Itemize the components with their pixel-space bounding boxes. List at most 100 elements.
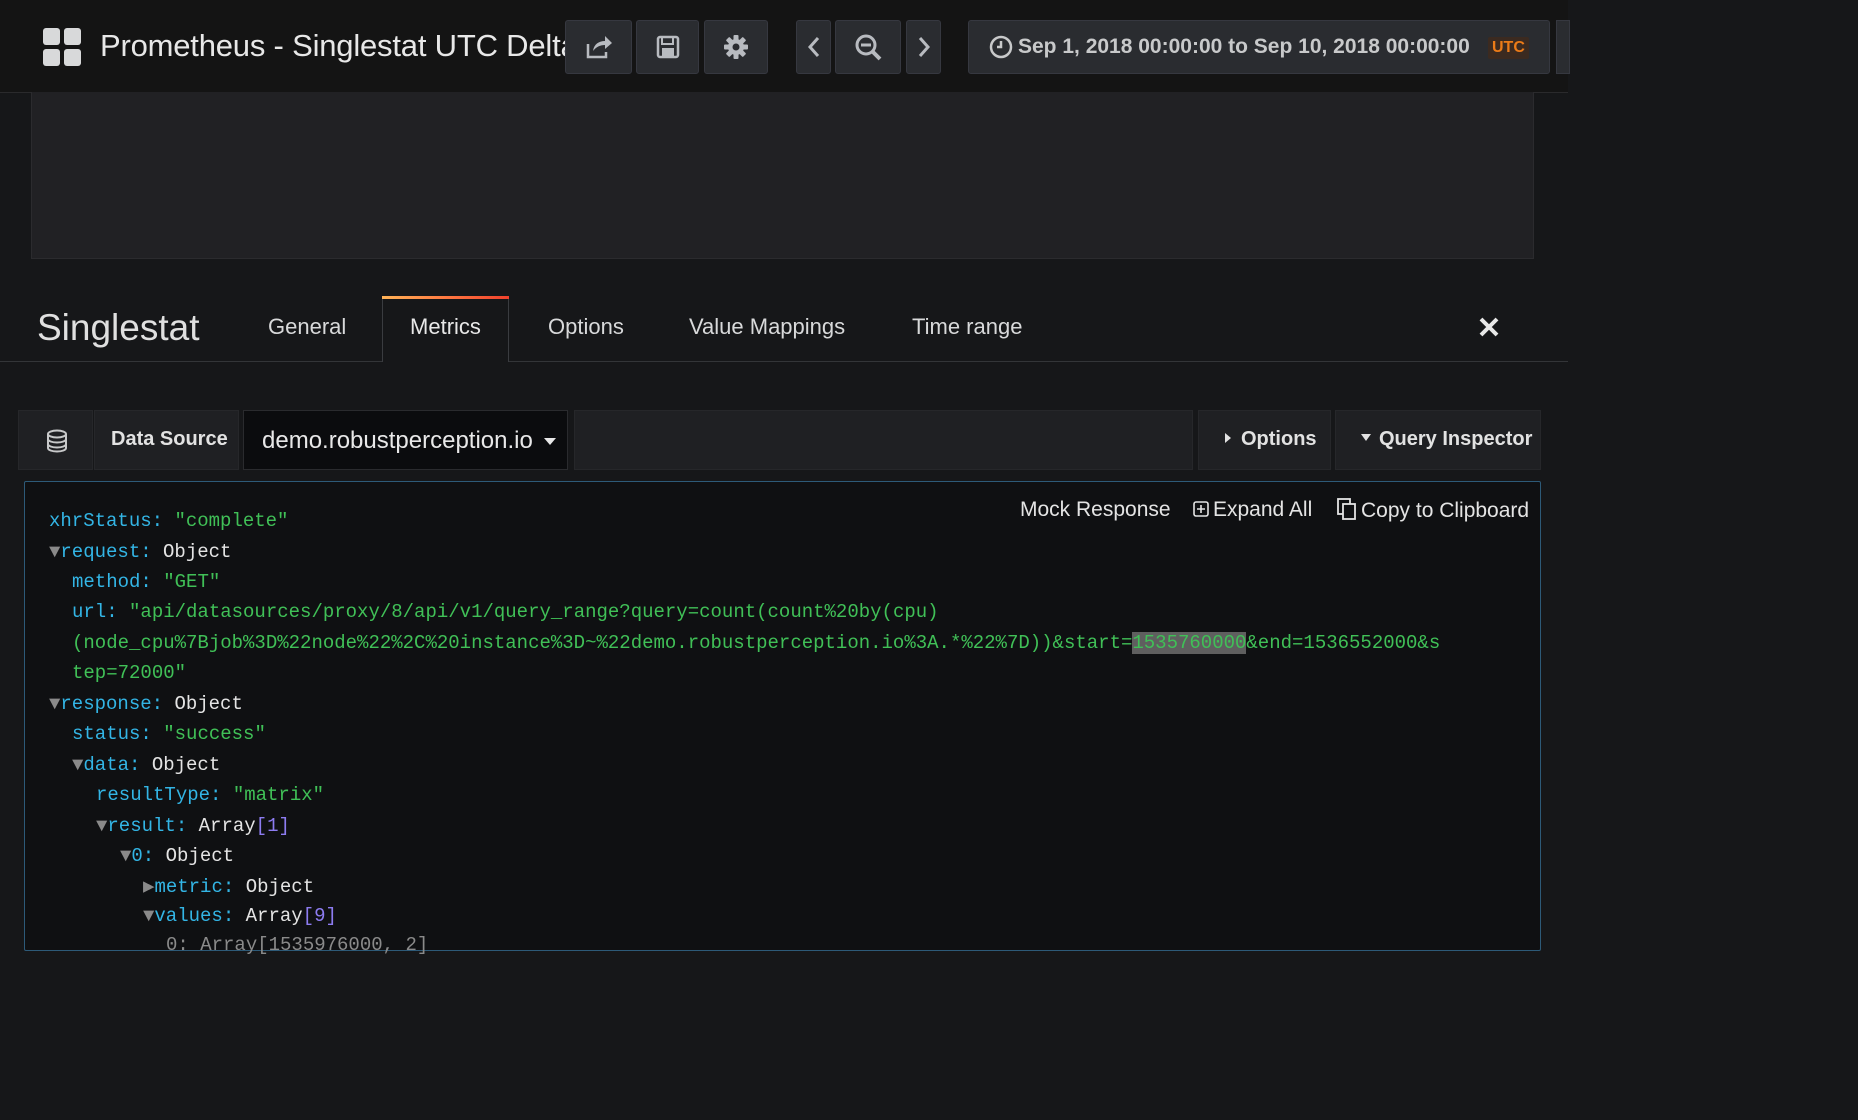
- json-line-item0[interactable]: ▼0: Object: [120, 845, 234, 867]
- caret-right-icon: [1225, 432, 1231, 443]
- close-icon: [1479, 317, 1499, 337]
- json-key: result:: [107, 815, 188, 837]
- json-type: Object: [174, 693, 243, 715]
- json-count: 1: [267, 815, 279, 837]
- time-range-label: Sep 1, 2018 00:00:00 to Sep 10, 2018 00:…: [1018, 35, 1470, 58]
- json-type: Object: [165, 845, 235, 867]
- query-inspector-label[interactable]: Query Inspector: [1361, 428, 1532, 451]
- expand-all-link[interactable]: Expand All: [1193, 498, 1312, 522]
- expand-toggle-icon[interactable]: ▼: [120, 845, 131, 867]
- time-range-picker[interactable]: Sep 1, 2018 00:00:00 to Sep 10, 2018 00:…: [968, 20, 1550, 74]
- json-value: &end=1536552000&s: [1246, 632, 1441, 654]
- options-toggle-label[interactable]: Options: [1225, 428, 1317, 451]
- json-type: Object: [163, 541, 232, 563]
- json-value: "matrix": [232, 784, 325, 806]
- caret-down-icon: [544, 438, 556, 445]
- active-tab-indicator: [382, 296, 509, 299]
- expand-toggle-icon[interactable]: ▼: [49, 693, 60, 715]
- expand-toggle-icon[interactable]: ▼: [49, 541, 60, 563]
- mock-response-link[interactable]: Mock Response: [1020, 498, 1171, 522]
- json-line-url: url: "api/datasources/proxy/8/api/v1/que…: [72, 601, 939, 623]
- json-line-values-0: 0: Array[1535976000, 2]: [166, 934, 429, 956]
- json-type: Array: [198, 815, 256, 837]
- json-key: request:: [60, 541, 152, 563]
- tab-time-range[interactable]: Time range: [912, 314, 1022, 340]
- zoom-out-button[interactable]: [835, 20, 901, 74]
- time-forward-button[interactable]: [906, 20, 941, 74]
- json-line-method: method: "GET": [72, 571, 220, 593]
- json-line-resulttype: resultType: "matrix": [96, 784, 324, 806]
- json-line-status: status: "success": [72, 723, 266, 745]
- expand-toggle-icon[interactable]: ▼: [143, 905, 154, 927]
- json-line-xhr: xhrStatus: "complete": [49, 510, 288, 532]
- time-back-button[interactable]: [796, 20, 831, 74]
- json-value: (node_cpu%7Bjob%3D%22node%22%2C%20instan…: [72, 632, 1133, 654]
- datasource-select[interactable]: demo.robustperception.io: [243, 410, 568, 470]
- json-line-response[interactable]: ▼response: Object: [49, 693, 243, 715]
- save-icon: [656, 35, 679, 59]
- json-key: 0:: [131, 845, 155, 867]
- json-value: "api/datasources/proxy/8/api/v1/query_ra…: [129, 601, 939, 623]
- tab-metrics[interactable]: Metrics: [382, 296, 509, 362]
- panel-editor-title: Singlestat: [37, 307, 200, 348]
- clock-icon: [989, 35, 1013, 59]
- tab-metrics-label: Metrics: [410, 314, 481, 339]
- options-label-text: Options: [1241, 428, 1317, 450]
- database-icon: [47, 429, 67, 453]
- share-button[interactable]: [565, 20, 632, 74]
- json-value: "complete": [174, 510, 289, 532]
- datasource-icon-box: [18, 410, 93, 470]
- tab-value-mappings[interactable]: Value Mappings: [689, 314, 845, 340]
- json-line-url-cont: (node_cpu%7Bjob%3D%22node%22%2C%20instan…: [72, 632, 1440, 654]
- json-value: "GET": [163, 571, 221, 593]
- json-count: 9: [314, 905, 326, 927]
- datasource-value: demo.robustperception.io: [262, 427, 533, 454]
- json-key: data:: [83, 754, 141, 776]
- json-line-url-end: tep=72000": [72, 662, 186, 684]
- dashboard-title[interactable]: Prometheus - Singlestat UTC Delta: [100, 28, 578, 64]
- json-type: Object: [151, 754, 221, 776]
- json-line-result[interactable]: ▼result: Array[1]: [96, 815, 290, 837]
- chevron-right-icon: [918, 37, 930, 57]
- zoom-out-icon: [855, 34, 882, 61]
- panel-preview: [31, 92, 1534, 259]
- json-key: status:: [72, 723, 152, 745]
- json-type: Object: [245, 876, 315, 898]
- expand-all-text: Expand All: [1213, 498, 1313, 521]
- save-dashboard-button[interactable]: [636, 20, 699, 74]
- json-key: url:: [72, 601, 118, 623]
- json-key: response:: [60, 693, 164, 715]
- json-key: metric:: [154, 876, 235, 898]
- json-type: Array: [245, 905, 303, 927]
- json-line-request[interactable]: ▼request: Object: [49, 541, 231, 563]
- highlighted-start-value: 1535760000: [1132, 632, 1247, 654]
- copy-to-clipboard-link[interactable]: Copy to Clipboard: [1337, 498, 1529, 523]
- expand-toggle-icon[interactable]: ▼: [96, 815, 107, 837]
- share-icon: [586, 36, 612, 59]
- json-line-data[interactable]: ▼data: Object: [72, 754, 220, 776]
- json-key: method:: [72, 571, 152, 593]
- tab-general[interactable]: General: [268, 314, 346, 340]
- json-key: xhrStatus:: [49, 510, 164, 532]
- query-inspector-text: Query Inspector: [1379, 428, 1533, 450]
- chevron-left-icon: [807, 37, 819, 57]
- expand-toggle-icon[interactable]: ▼: [72, 754, 83, 776]
- plus-square-icon: [1193, 501, 1209, 517]
- clipboard-icon: [1337, 498, 1356, 520]
- collapse-toggle-icon[interactable]: ▶: [143, 876, 154, 898]
- json-value: "success": [163, 723, 266, 745]
- copy-to-clipboard-text: Copy to Clipboard: [1361, 499, 1530, 522]
- json-line-values[interactable]: ▼values: Array[9]: [143, 905, 337, 927]
- refresh-button[interactable]: [1556, 20, 1570, 74]
- gear-icon: [724, 35, 748, 59]
- query-row-spacer: [574, 410, 1193, 470]
- close-editor-button[interactable]: [1478, 312, 1500, 346]
- json-line-metric[interactable]: ▶metric: Object: [143, 875, 314, 898]
- dashboard-grid-icon[interactable]: [43, 28, 81, 66]
- tab-options[interactable]: Options: [548, 314, 624, 340]
- datasource-label: Data Source: [111, 428, 228, 450]
- settings-button[interactable]: [704, 20, 768, 74]
- tab-divider: [0, 361, 1568, 362]
- json-value: tep=72000": [72, 662, 187, 684]
- timezone-badge: UTC: [1488, 37, 1529, 59]
